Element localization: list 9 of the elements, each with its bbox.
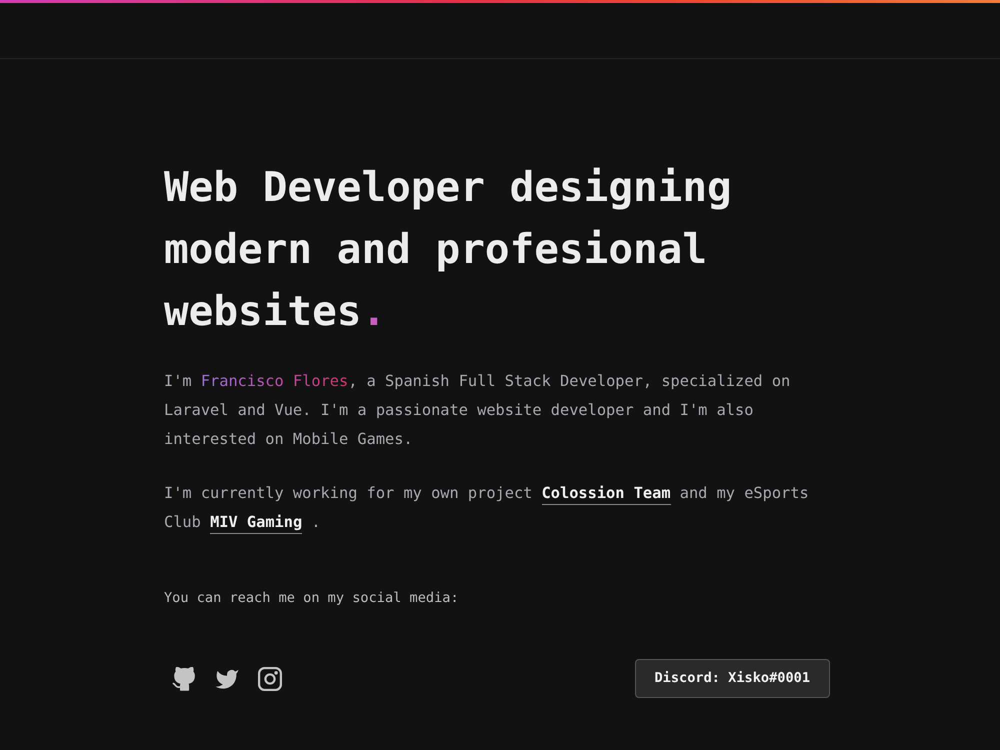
discord-button[interactable]: Discord: Xisko#0001 [634, 659, 830, 698]
contact-prompt: You can reach me on my social media: [164, 589, 460, 608]
intro-paragraph: I'm currently working for my own project Colossion Team and my eSports Club MIV Gaming . [164, 479, 830, 537]
octocat-icon[interactable] [172, 666, 196, 690]
camera-icon[interactable] [258, 666, 282, 690]
text-link[interactable]: MIV Gaming [210, 513, 302, 534]
intro-paragraph: I'm Francisco Flores, a Spanish Full Stack Developer, specialized on Laravel and Vue. I'm a passionate website developer and I'm also interested on Mobile Games. [164, 371, 792, 450]
text-link[interactable]: Colossion Team [542, 484, 671, 505]
hero-heading: Web Developer designing modern and profesional websites. [164, 162, 733, 337]
